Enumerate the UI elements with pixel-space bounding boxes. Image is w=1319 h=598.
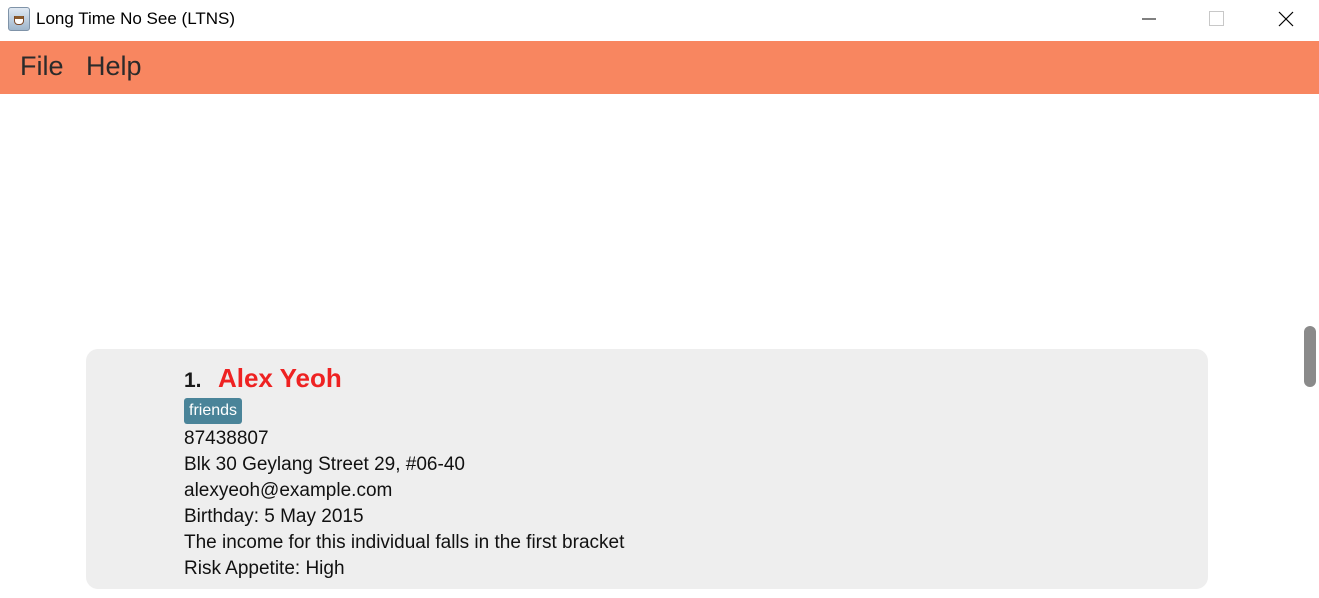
coffee-fill <box>15 16 23 19</box>
menu-bar: File Help <box>0 41 1319 94</box>
person-index: 1. <box>184 369 202 392</box>
close-button[interactable] <box>1263 0 1309 38</box>
maximize-icon <box>1209 11 1224 26</box>
person-income: The income for this individual falls in … <box>184 532 625 553</box>
close-icon <box>1278 11 1294 27</box>
person-birthday: Birthday: 5 May 2015 <box>184 506 364 527</box>
app-icon <box>8 7 30 31</box>
minimize-icon <box>1142 18 1156 20</box>
person-list-panel[interactable]: 1. Alex Yeoh friends 87438807 Blk 30 Gey… <box>0 94 1319 598</box>
menu-help[interactable]: Help <box>86 51 142 82</box>
maximize-button[interactable] <box>1192 0 1238 38</box>
person-card-header: 1. Alex Yeoh <box>184 363 342 394</box>
menu-file[interactable]: File <box>20 51 64 82</box>
person-address: Blk 30 Geylang Street 29, #06-40 <box>184 454 465 475</box>
minimize-button[interactable] <box>1126 0 1172 38</box>
person-card[interactable]: 1. Alex Yeoh friends 87438807 Blk 30 Gey… <box>86 349 1208 589</box>
scrollbar-thumb[interactable] <box>1304 326 1316 387</box>
person-risk-appetite: Risk Appetite: High <box>184 558 345 579</box>
person-phone: 87438807 <box>184 428 269 449</box>
tag-badge: friends <box>184 398 243 424</box>
title-bar[interactable]: Long Time No See (LTNS) <box>0 0 1319 40</box>
window-title: Long Time No See (LTNS) <box>36 9 236 28</box>
person-name: Alex Yeoh <box>217 363 342 393</box>
app-window: Long Time No See (LTNS) File Help 1. Ale… <box>0 0 1319 598</box>
person-email: alexyeoh@example.com <box>184 480 393 501</box>
